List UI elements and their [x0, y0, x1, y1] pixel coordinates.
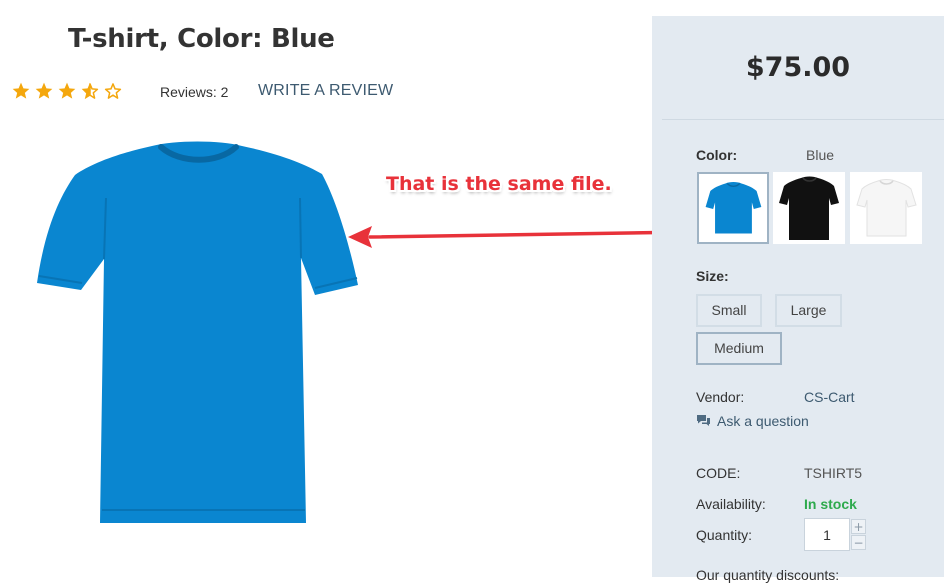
swatch-blue-image: [705, 182, 762, 234]
quantity-decrease-button[interactable]: −: [851, 535, 866, 550]
size-large-button[interactable]: Large: [775, 294, 842, 327]
star-full-icon: [12, 82, 30, 99]
availability-label: Availability:: [696, 496, 766, 512]
product-image[interactable]: [30, 138, 365, 530]
availability-status: In stock: [804, 496, 857, 512]
size-small-button[interactable]: Small: [696, 294, 762, 327]
quantity-input[interactable]: [804, 518, 850, 551]
write-review-link[interactable]: WRITE A REVIEW: [258, 82, 393, 100]
vendor-link[interactable]: CS-Cart: [804, 389, 855, 405]
quantity-increase-button[interactable]: +: [851, 519, 866, 534]
star-half-icon: [81, 82, 99, 100]
swatch-blue[interactable]: [697, 172, 769, 244]
product-price: $75.00: [745, 52, 851, 83]
rating-stars[interactable]: [11, 81, 123, 101]
annotation-arrow-icon: [348, 226, 693, 248]
swatch-white-image: [856, 179, 917, 237]
size-label: Size:: [696, 268, 729, 284]
comments-icon: [697, 415, 710, 426]
color-value: Blue: [806, 147, 835, 163]
annotation-callout: That is the same file.: [386, 173, 612, 195]
star-full-icon: [58, 82, 76, 99]
ask-question-link[interactable]: Ask a question: [717, 413, 809, 429]
quantity-discounts-label: Our quantity discounts:: [696, 567, 840, 583]
purchase-panel: $75.00 Color: Blue Size: Small Large Med…: [652, 16, 944, 583]
quantity-label: Quantity:: [696, 527, 753, 543]
reviews-count[interactable]: Reviews: 2: [160, 84, 228, 100]
swatch-white[interactable]: [850, 172, 922, 244]
vendor-label: Vendor:: [696, 389, 745, 405]
swatch-black-image: [779, 176, 839, 240]
code-label: CODE:: [696, 465, 741, 481]
color-label: Color:: [696, 147, 738, 163]
swatch-black[interactable]: [773, 172, 845, 244]
size-medium-button[interactable]: Medium: [696, 332, 782, 365]
product-title: T-shirt, Color: Blue: [68, 24, 335, 54]
star-empty-icon: [104, 83, 122, 99]
panel-divider: [662, 119, 944, 120]
star-full-icon: [35, 82, 53, 99]
code-value: TSHIRT5: [804, 465, 863, 481]
